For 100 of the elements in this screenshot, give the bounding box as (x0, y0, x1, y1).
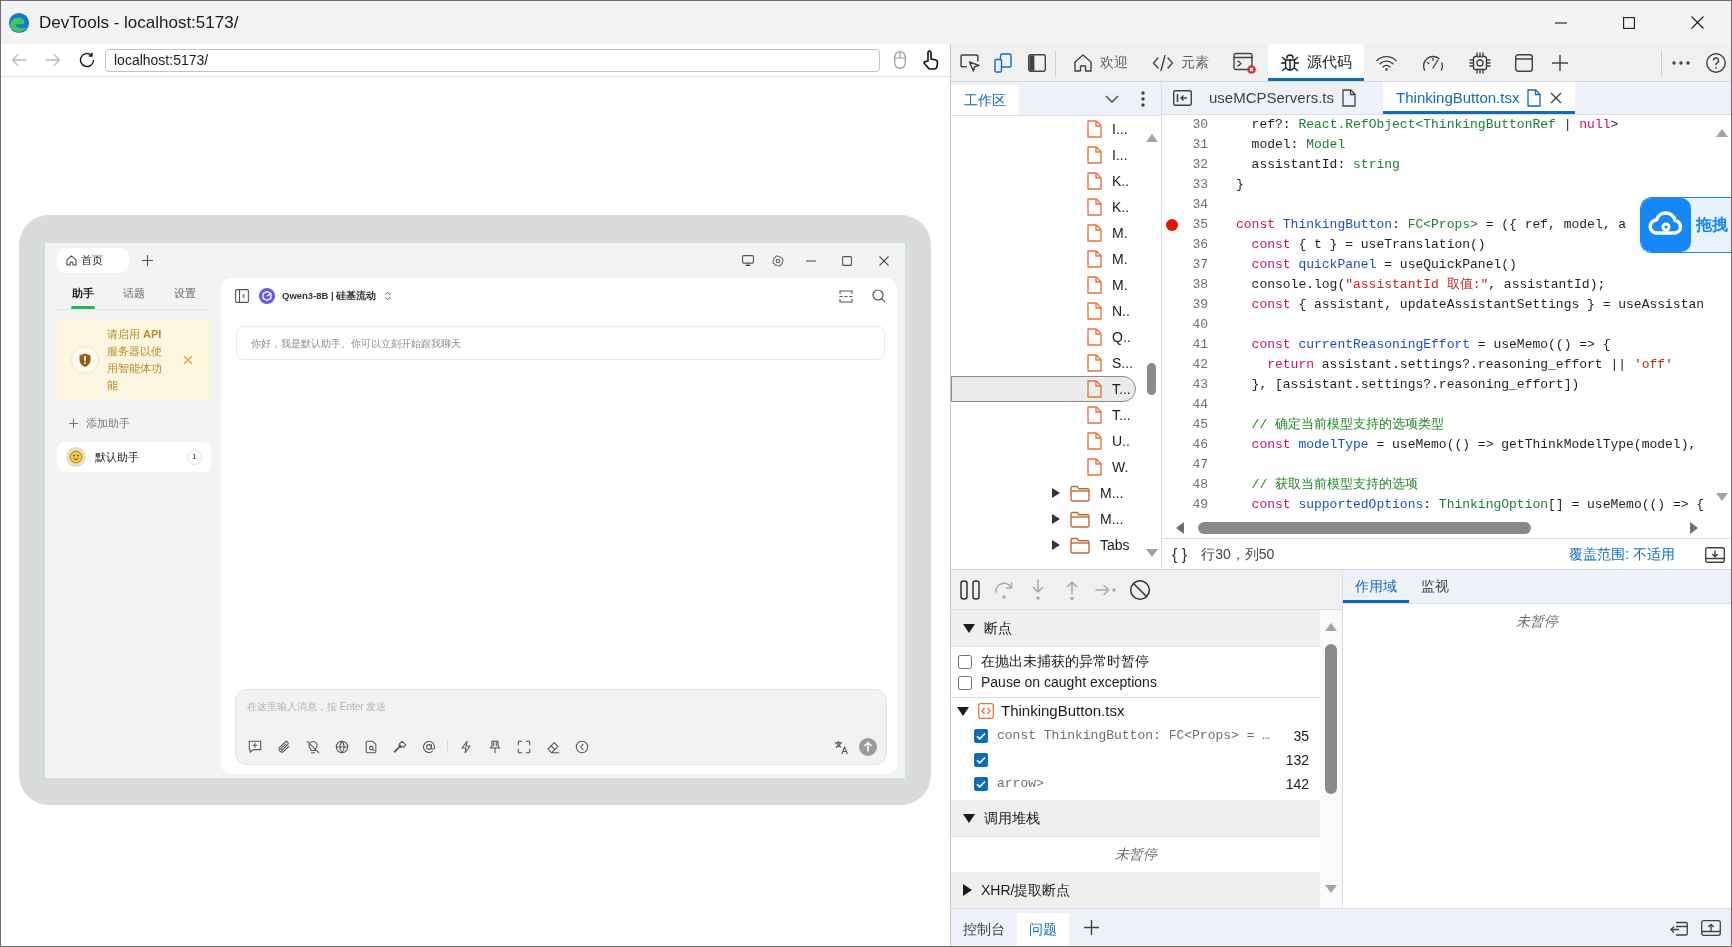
file-item[interactable]: M. (951, 220, 1136, 246)
triangle-right-icon[interactable] (1052, 540, 1060, 550)
file-item[interactable]: N.. (951, 298, 1136, 324)
section-header[interactable]: 断点 (951, 610, 1320, 647)
folder-item[interactable]: M... (951, 506, 1136, 532)
dashed-split-icon[interactable] (839, 289, 853, 303)
more-vertical-icon[interactable] (1141, 90, 1145, 107)
file-item[interactable]: W. (951, 454, 1136, 480)
cursor-box-icon[interactable] (960, 53, 980, 72)
file-item[interactable]: I... (951, 142, 1136, 168)
navigator-tab[interactable]: 工作区 (951, 85, 1019, 115)
close-icon[interactable] (1550, 92, 1563, 104)
close-icon[interactable] (879, 255, 889, 266)
hammer-icon[interactable] (393, 740, 407, 754)
address-field[interactable]: localhost:5173/ (105, 48, 880, 72)
window-arrow-icon[interactable] (1670, 919, 1688, 936)
scroll-right-icon[interactable] (1690, 521, 1698, 534)
more-icon[interactable] (1672, 60, 1690, 65)
breakpoint-icon[interactable] (1166, 219, 1178, 231)
drawer-tab[interactable]: 问题 (1017, 913, 1069, 946)
scrollbar-thumb[interactable] (1198, 521, 1531, 534)
monitor-icon[interactable] (742, 255, 754, 266)
mouse-icon[interactable] (894, 51, 906, 69)
add-assistant-button[interactable]: 添加助手 (57, 410, 211, 436)
eraser-icon[interactable] (546, 740, 560, 754)
triangle-right-icon[interactable] (963, 884, 972, 896)
at-sign-icon[interactable] (422, 740, 436, 754)
breakpoint-file[interactable]: ThinkingButton.tsx (951, 698, 1320, 724)
scroll-left-icon[interactable] (1176, 521, 1184, 534)
file-item[interactable]: U.. (951, 428, 1136, 454)
drawer-tab[interactable]: 控制台 (951, 913, 1017, 946)
app-tab[interactable]: 首页 (57, 248, 129, 273)
pushpin-icon[interactable] (488, 740, 502, 754)
message-plus-icon[interactable] (248, 740, 262, 754)
file-item[interactable]: K.. (951, 168, 1136, 194)
plus-icon[interactable] (1551, 53, 1569, 72)
chevron-left-circle-icon[interactable] (575, 740, 589, 754)
checkbox[interactable] (974, 729, 988, 743)
file-item[interactable]: T... (951, 402, 1136, 428)
triangle-right-icon[interactable] (1052, 514, 1060, 524)
document-search-icon[interactable] (364, 740, 378, 754)
sidebar-tab[interactable]: 助手 (57, 278, 109, 309)
lightbulb-off-icon[interactable] (306, 740, 320, 754)
checkbox[interactable] (958, 654, 972, 669)
settings-icon[interactable] (772, 254, 784, 267)
minimize-icon[interactable] (1555, 21, 1567, 24)
sidebar-tab[interactable]: 话题 (108, 278, 160, 309)
checkbox[interactable] (974, 753, 988, 767)
plus-icon[interactable] (1084, 920, 1099, 935)
coverage-link[interactable]: 覆盖范围: 不适用 (1569, 544, 1675, 565)
gauge-icon[interactable] (1421, 53, 1445, 72)
help-icon[interactable] (1706, 52, 1726, 73)
close-icon[interactable] (1690, 16, 1704, 29)
navigator-toggle-icon[interactable] (1173, 90, 1192, 106)
plus-icon[interactable] (142, 255, 153, 266)
chevron-down-icon[interactable] (1105, 94, 1119, 103)
file-item[interactable]: M. (951, 246, 1136, 272)
maximize-icon[interactable] (1623, 16, 1635, 29)
lightning-icon[interactable] (459, 740, 473, 754)
globe-icon[interactable] (335, 740, 349, 754)
expand-corners-icon[interactable] (517, 740, 531, 754)
format-button[interactable]: { } (1172, 546, 1188, 563)
sidebar-tab[interactable]: 作用域 (1343, 572, 1409, 603)
file-item[interactable]: T... (951, 376, 1136, 402)
panel-left-icon[interactable] (1028, 53, 1046, 72)
scrollbar-thumb[interactable] (1147, 363, 1156, 395)
file-item[interactable]: M. (951, 272, 1136, 298)
model-selector[interactable]: Qwen3-8B | 硅基流动 (282, 288, 377, 304)
triangle-down-icon[interactable] (957, 706, 969, 716)
translate-icon[interactable] (834, 739, 849, 755)
sidebar-tab[interactable]: 监视 (1409, 572, 1461, 603)
folder-item[interactable]: Tabs (951, 532, 1136, 558)
scrollbar-thumb[interactable] (1325, 644, 1337, 794)
file-item[interactable]: I... (951, 116, 1136, 142)
reload-icon[interactable] (79, 52, 95, 68)
triangle-down-icon[interactable] (963, 813, 975, 823)
window-icon[interactable] (1515, 53, 1533, 72)
triangle-down-icon[interactable] (963, 623, 975, 633)
folder-item[interactable]: M... (951, 480, 1136, 506)
panel-tab[interactable]: 欢迎 (1061, 44, 1140, 81)
panel-tab[interactable]: 元素 (1140, 44, 1221, 81)
maximize-icon[interactable] (842, 255, 852, 266)
chip-icon[interactable] (1469, 51, 1491, 74)
panel-tab[interactable]: 源代码 (1268, 44, 1364, 81)
checkbox[interactable] (974, 777, 988, 791)
sidebar-tab[interactable]: 设置 (159, 278, 211, 309)
file-item[interactable]: Q.. (951, 324, 1136, 350)
section-header[interactable]: 调用堆栈 (951, 800, 1320, 837)
editor-tab[interactable]: useMCPServers.ts (1196, 82, 1370, 114)
triangle-right-icon[interactable] (1052, 488, 1060, 498)
devices-icon[interactable] (994, 52, 1012, 73)
circle-slash-icon[interactable] (1129, 578, 1151, 601)
chevron-up-down-icon[interactable] (384, 291, 392, 301)
checkbox[interactable] (958, 675, 972, 690)
assistant-item[interactable]: 默认助手 1 (57, 442, 211, 472)
wifi-icon[interactable] (1376, 54, 1397, 71)
file-item[interactable]: K.. (951, 194, 1136, 220)
file-item[interactable]: S... (951, 350, 1136, 376)
terminal-icon[interactable] (1233, 51, 1256, 74)
search-icon[interactable] (872, 289, 886, 303)
